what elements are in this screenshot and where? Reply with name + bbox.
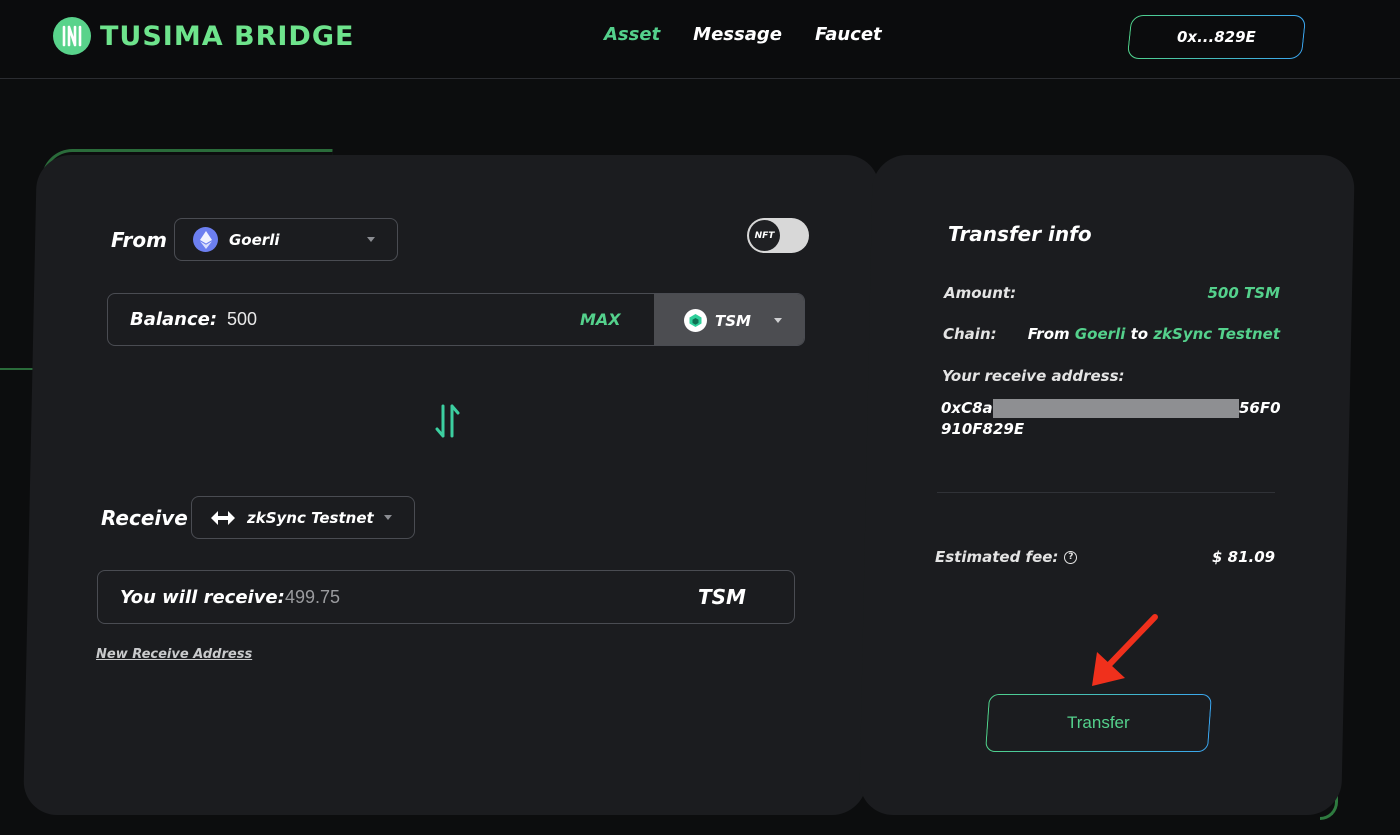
nft-toggle-knob: NFT: [749, 220, 780, 251]
ethereum-icon: [193, 227, 218, 252]
will-receive-amount: 499.75: [285, 587, 341, 607]
wallet-address-button[interactable]: 0x...829E: [1126, 15, 1307, 59]
main-nav: Asset Message Faucet: [604, 24, 915, 45]
new-receive-address-link[interactable]: New Receive Address: [96, 647, 252, 662]
brand-logo[interactable]: TUSIMA BRIDGE: [53, 17, 354, 55]
from-chain-select[interactable]: Goerli: [174, 218, 398, 261]
transfer-button[interactable]: Transfer: [984, 694, 1213, 752]
balance-label: Balance:: [130, 309, 218, 330]
annotation-arrow: [1092, 614, 1158, 686]
logo-icon: [53, 17, 91, 55]
brand-name: TUSIMA BRIDGE: [100, 20, 355, 52]
nav-faucet[interactable]: Faucet: [815, 24, 882, 45]
chain-to-word: to: [1130, 325, 1149, 343]
wallet-address-label: 0x...829E: [1177, 28, 1256, 46]
chain-label: Chain:: [943, 325, 997, 343]
will-receive-token: TSM: [698, 585, 746, 609]
redacted-address-block: [993, 399, 1239, 418]
will-receive-label: You will receive:: [120, 587, 285, 608]
token-value: TSM: [715, 311, 751, 330]
top-header: TUSIMA BRIDGE Asset Message Faucet 0x...…: [0, 0, 1400, 79]
receive-chain-select[interactable]: zkSync Testnet: [191, 496, 415, 539]
fee-label-text: Estimated fee:: [935, 548, 1059, 566]
bridge-form-panel: [23, 155, 880, 815]
zksync-icon: [210, 510, 236, 526]
receive-label: Receive: [101, 506, 188, 530]
caret-down-icon: [367, 237, 375, 242]
chain-value: From Goerli to zkSync Testnet: [1028, 325, 1280, 343]
address-suffix: 56F0: [1239, 399, 1281, 417]
max-button[interactable]: MAX: [580, 310, 621, 329]
tsm-token-icon: [684, 309, 707, 332]
token-select[interactable]: TSM: [654, 294, 804, 345]
divider: [937, 492, 1275, 493]
caret-down-icon: [384, 515, 392, 520]
nav-message[interactable]: Message: [693, 24, 782, 45]
receive-chain-value: zkSync Testnet: [247, 508, 374, 527]
amount-label: Amount:: [944, 284, 1017, 302]
receive-address-line2: 910F829E: [941, 420, 1025, 438]
address-prefix: 0xC8a: [941, 399, 993, 417]
from-label: From: [111, 228, 167, 252]
chain-from: Goerli: [1074, 325, 1126, 343]
transfer-button-label: Transfer: [1067, 713, 1130, 732]
amount-value: 500 TSM: [1207, 284, 1281, 302]
caret-down-icon: [774, 318, 782, 323]
receive-address-label: Your receive address:: [942, 367, 1125, 385]
swap-icon[interactable]: [433, 402, 463, 440]
will-receive-field: You will receive: 499.75 TSM: [97, 570, 795, 624]
from-chain-value: Goerli: [229, 230, 280, 249]
estimated-fee-value: $ 81.09: [1212, 548, 1276, 566]
transfer-info-title: Transfer info: [948, 222, 1092, 246]
nav-asset[interactable]: Asset: [604, 24, 660, 45]
chain-from-word: From: [1027, 325, 1070, 343]
estimated-fee-label: Estimated fee: ?: [935, 548, 1078, 566]
help-icon[interactable]: ?: [1064, 550, 1078, 564]
nft-toggle[interactable]: NFT: [747, 218, 809, 253]
balance-amount-input[interactable]: 500: [227, 309, 257, 330]
chain-to: zkSync Testnet: [1153, 325, 1280, 343]
balance-field: Balance: 500 MAX TSM: [107, 293, 805, 346]
